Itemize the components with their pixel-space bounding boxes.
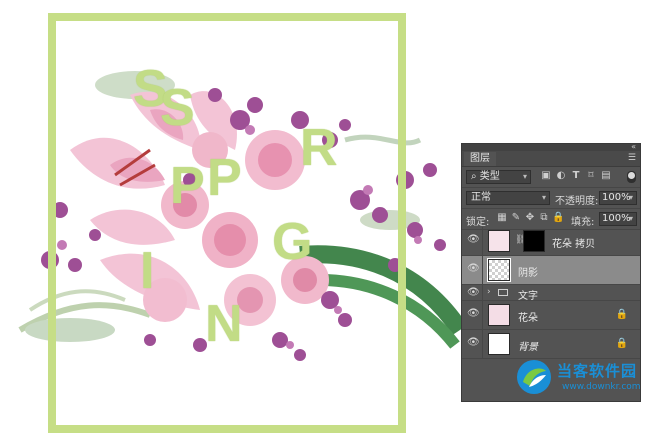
spring-letter-r: R	[300, 119, 338, 177]
folder-icon	[498, 289, 508, 296]
shape-filter-icon[interactable]: ⌑	[585, 170, 597, 182]
layer-thumbnail	[488, 304, 510, 326]
row-divider	[482, 285, 483, 301]
watermark-title: 当客软件园	[557, 362, 638, 380]
chevron-down-icon: ▾	[628, 193, 633, 202]
filter-kind-select[interactable]: ⌕ 类型 ▾	[466, 170, 531, 184]
layer-row-flower-copy[interactable]: 👁 ⛓ 花朵 拷贝	[462, 227, 640, 256]
visibility-eye-icon[interactable]: 👁	[467, 338, 480, 348]
lock-image-pixels-icon[interactable]: ✎	[510, 212, 522, 224]
layer-thumbnail	[488, 333, 510, 355]
opacity-input[interactable]: 100% ▾	[599, 191, 637, 205]
spring-letter-g: G	[272, 213, 313, 271]
layer-mask-thumbnail[interactable]	[523, 230, 545, 252]
lock-icon: 🔒	[615, 309, 628, 320]
green-frame-border	[48, 13, 406, 433]
visibility-eye-icon[interactable]: 👁	[467, 264, 480, 274]
visibility-eye-icon[interactable]: 👁	[467, 309, 480, 319]
lock-artboard-icon[interactable]: ⧉	[538, 212, 550, 224]
lock-all-icon[interactable]: 🔒	[552, 212, 564, 224]
spring-letter-n: N	[205, 295, 243, 353]
fill-input[interactable]: 100% ▾	[599, 212, 637, 226]
panel-menu-icon[interactable]: ☰	[628, 153, 636, 163]
spring-letter-s2: S	[160, 79, 195, 137]
type-filter-icon[interactable]: T	[570, 170, 582, 182]
chevron-down-icon: ▾	[522, 172, 527, 181]
blend-opacity-row: 正常 ▾ 不透明度: 100% ▾	[462, 188, 640, 209]
lock-icon: 🔒	[615, 338, 628, 349]
pixel-filter-icon[interactable]: ▣	[540, 170, 552, 182]
spring-letter-p: P	[207, 149, 242, 207]
opacity-value: 100%	[602, 192, 631, 203]
site-watermark: 当客软件园 www.downkr.com	[515, 356, 658, 402]
smart-object-filter-icon[interactable]: ▤	[600, 170, 612, 182]
row-divider	[482, 227, 483, 256]
layer-filter-row: ⌕ 类型 ▾ ▣ ◐ T ⌑ ▤	[462, 167, 640, 188]
watermark-logo-icon	[517, 360, 551, 394]
layer-row-text-group[interactable]: 👁 › 文字	[462, 285, 640, 302]
layer-row-flower[interactable]: 👁 花朵 🔒	[462, 301, 640, 330]
row-divider	[482, 330, 483, 359]
row-divider	[482, 256, 483, 285]
tab-layers[interactable]: 图层	[464, 152, 496, 166]
layer-thumbnail	[487, 258, 511, 282]
panel-title-bar[interactable]: «	[462, 142, 640, 151]
opacity-label: 不透明度:	[555, 196, 599, 207]
visibility-eye-icon[interactable]: 👁	[467, 235, 480, 245]
watermark-url: www.downkr.com	[562, 382, 641, 392]
filter-toggle-switch[interactable]	[627, 171, 636, 183]
layer-name: 背景	[518, 342, 538, 353]
layer-name: 文字	[518, 291, 538, 302]
layer-name: 阴影	[518, 268, 538, 279]
lock-position-icon[interactable]: ✥	[524, 212, 536, 224]
layer-row-shadow[interactable]: 👁 阴影	[462, 256, 640, 285]
layer-thumbnail	[488, 230, 510, 252]
adjustment-filter-icon[interactable]: ◐	[555, 170, 567, 182]
spring-letter-p2: P	[170, 157, 205, 215]
chevron-right-icon[interactable]: ›	[487, 287, 491, 297]
panel-tab-row: 图层 ☰	[462, 151, 640, 167]
blend-mode-select[interactable]: 正常 ▾	[466, 191, 550, 205]
search-icon: ⌕	[471, 171, 480, 182]
blend-mode-value: 正常	[471, 192, 491, 203]
filter-kind-value: 类型	[479, 171, 500, 182]
row-divider	[482, 301, 483, 330]
layer-row-background[interactable]: 👁 背景 🔒	[462, 330, 640, 359]
layer-name: 花朵 拷贝	[552, 239, 596, 250]
visibility-eye-icon[interactable]: 👁	[467, 288, 480, 298]
fill-label: 填充:	[571, 217, 595, 228]
chevron-down-icon: ▾	[541, 193, 546, 202]
lock-transparent-pixels-icon[interactable]: ▦	[496, 212, 508, 224]
lock-label: 锁定:	[466, 217, 490, 228]
fill-value: 100%	[602, 213, 631, 224]
spring-letter-i: I	[140, 242, 155, 300]
collapse-arrows-icon[interactable]: «	[631, 142, 636, 151]
layer-name: 花朵	[518, 313, 538, 324]
chevron-down-icon: ▾	[628, 214, 633, 223]
